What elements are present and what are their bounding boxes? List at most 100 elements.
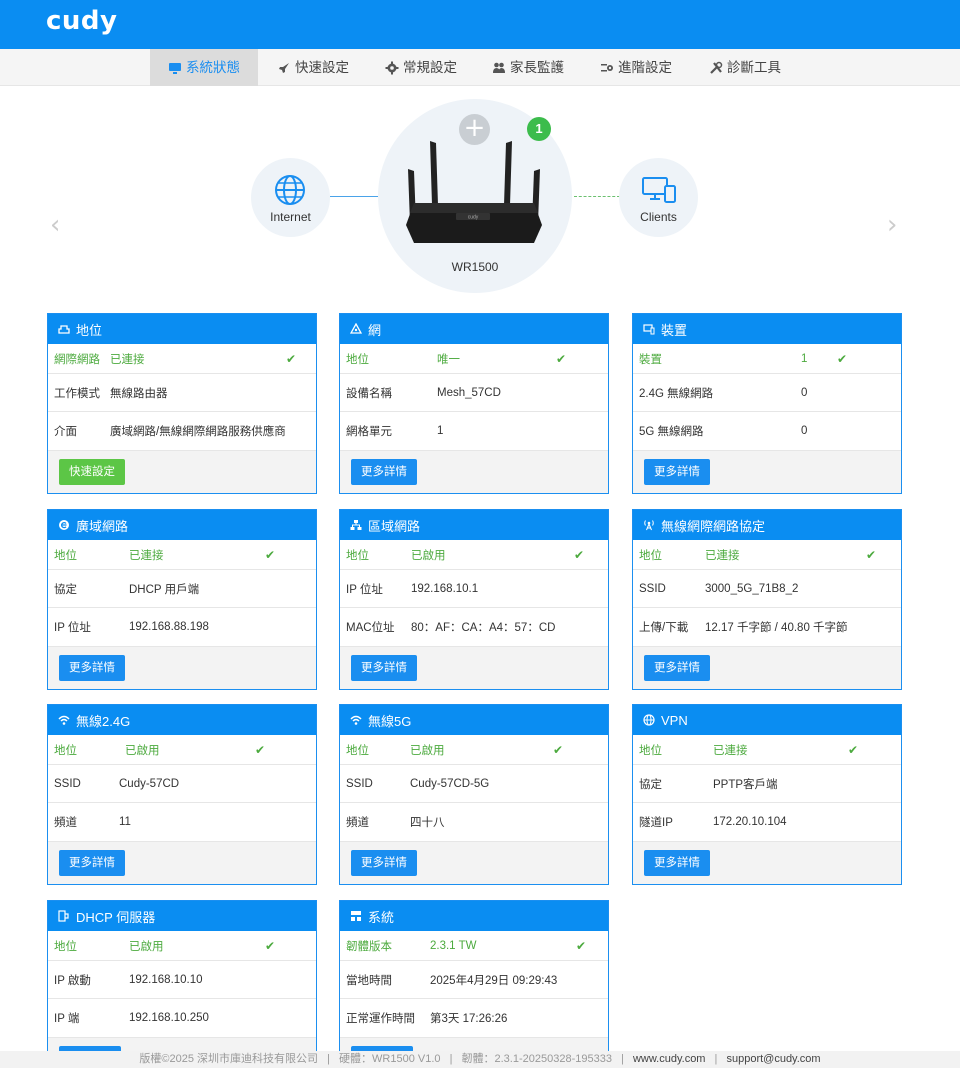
info-value: 已啟用 [410, 744, 445, 757]
prev-arrow-icon[interactable]: ‹ [50, 210, 60, 240]
card-title: 無線網際網路協定 [661, 518, 766, 534]
card-footer: 快速設定 [48, 451, 316, 493]
card-footer: 更多詳情 [340, 451, 608, 493]
info-value: 廣域網路/無線網際網路服務供應商 [110, 426, 286, 438]
tab-parental-control[interactable]: 家長監護 [492, 49, 564, 86]
card-header: DHCP 伺服器 [48, 901, 316, 931]
more-details-button[interactable]: 更多詳情 [644, 655, 710, 681]
users-icon [493, 62, 505, 73]
info-row: 隧道IP 172.20.10.104 [633, 803, 901, 842]
dhcp-icon [58, 910, 69, 922]
top-bar: cudy [0, 0, 960, 49]
info-value: 已啟用 [129, 940, 164, 953]
more-details-button[interactable]: 更多詳情 [644, 459, 710, 485]
tab-label: 系統狀態 [186, 60, 240, 75]
info-key: 正常運作時間 [346, 1013, 415, 1025]
info-key: IP 啟動 [54, 974, 91, 987]
info-row: IP 位址 192.168.10.1 [340, 570, 608, 608]
info-value: 2.3.1 TW [430, 939, 477, 952]
info-key: 當地時間 [346, 974, 392, 987]
info-value: 無線路由器 [110, 387, 168, 400]
monitor-icon [169, 62, 181, 74]
info-value: 3000_5G_71B8_2 [705, 582, 799, 595]
info-value: 192.168.10.1 [411, 582, 479, 595]
info-key: 工作模式 [54, 387, 100, 400]
card-title: 系統 [368, 909, 395, 925]
info-row: 當地時間 2025年4月29日 09:29:43 [340, 961, 608, 999]
wrench-icon [710, 61, 723, 74]
info-row: 上傳/下載 12.17 千字節 / 40.80 千字節 [633, 608, 901, 647]
info-value: 已連接 [705, 549, 740, 562]
info-row: 頻道 四十八 [340, 803, 608, 842]
card-header: 區域網路 [340, 510, 608, 540]
info-row: MAC位址 80：AF：CA：A4：57：CD [340, 608, 608, 647]
card-header: VPN [633, 705, 901, 735]
more-details-button[interactable]: 更多詳情 [351, 850, 417, 876]
info-value: 12.17 千字節 / 40.80 千字節 [705, 622, 848, 634]
tab-diagnostics[interactable]: 診斷工具 [709, 49, 781, 86]
tab-general-settings[interactable]: 常規設定 [385, 49, 457, 86]
card-title: 裝置 [661, 322, 688, 338]
mesh-card: 網地位 唯一 ✔ 設備名稱 Mesh_57CD 網格單元 1 更多詳情 [339, 313, 609, 494]
info-key: 地位 [639, 549, 662, 562]
copyright-text: 版權©2025 深圳市庫迪科技有限公司 [139, 1053, 319, 1065]
info-value: 2025年4月29日 09:29:43 [430, 974, 558, 987]
lan-card: 區域網路 地位 已啟用 ✔ IP 位址 192.168.10.1 MAC位址 80：AF：CA… [339, 509, 609, 690]
internet-node[interactable]: Internet [251, 158, 330, 237]
wireless-5g-card: 無線5G 地位 已啟用 ✔ SSID Cudy-57CD-5G 頻道 四十八 更多詳情 [339, 704, 609, 885]
info-row: 介面 廣域網路/無線網際網路服務供應商 [48, 412, 316, 451]
vpn-card: VPN 地位 已連接 ✔ 協定 PPTP客戶端 隧道IP 172.20.10.104 更多詳情 [632, 704, 902, 885]
more-details-button[interactable]: 更多詳情 [351, 459, 417, 485]
info-key: 上傳/下載 [639, 622, 689, 634]
info-value: 192.168.10.10 [129, 973, 203, 986]
more-details-button[interactable]: 更多詳情 [351, 655, 417, 681]
info-value: 11 [119, 816, 131, 828]
internet-link-line [330, 196, 380, 197]
info-row: 正常運作時間 第3天 17:26:26 [340, 999, 608, 1038]
info-value: Cudy-57CD-5G [410, 777, 490, 790]
card-footer: 更多詳情 [633, 647, 901, 689]
website-link[interactable]: www.cudy.com [633, 1053, 706, 1065]
more-details-button[interactable]: 更多詳情 [59, 850, 125, 876]
next-arrow-icon[interactable]: › [887, 210, 897, 240]
page-footer: 版權©2025 深圳市庫迪科技有限公司 | 硬體：WR1500 V1.0 | 韌… [0, 1051, 960, 1068]
tab-label: 診斷工具 [727, 60, 781, 75]
tab-label: 進階設定 [618, 60, 672, 75]
info-row: 協定 PPTP客戶端 [633, 765, 901, 803]
add-mesh-button[interactable]: + [459, 114, 490, 145]
info-key: 介面 [54, 426, 77, 438]
info-key: 裝置 [639, 353, 662, 366]
rocket-icon [279, 62, 289, 73]
tab-advanced-settings[interactable]: 進階設定 [600, 49, 672, 86]
info-row: 網格單元 1 [340, 412, 608, 451]
card-footer: 更多詳情 [48, 647, 316, 689]
card-title: 網 [368, 322, 382, 338]
info-value: 1 [437, 425, 444, 437]
support-email-link[interactable]: support@cudy.com [726, 1053, 820, 1065]
clients-link-line [574, 196, 620, 197]
clients-node[interactable]: Clients [619, 158, 698, 237]
wireless-24g-card: 無線2.4G 地位 已啟用 ✔ SSID Cudy-57CD 頻道 11 更多詳情 [47, 704, 317, 885]
card-header: 無線網際網路協定 [633, 510, 901, 540]
vpn-globe-icon [643, 714, 655, 726]
more-details-button[interactable]: 更多詳情 [644, 850, 710, 876]
quick-setup-button[interactable]: 快速設定 [59, 459, 125, 485]
card-header: 地位 [48, 314, 316, 344]
info-row: 地位 已連接 ✔ [633, 540, 901, 570]
card-footer: 更多詳情 [340, 647, 608, 689]
info-key: 設備名稱 [346, 387, 392, 400]
more-details-button[interactable]: 更多詳情 [59, 655, 125, 681]
info-value: 已連接 [713, 744, 748, 757]
card-title: 地位 [76, 322, 103, 338]
router-brand-text: cudy [468, 215, 479, 221]
cudy-logo[interactable]: cudy [46, 6, 117, 36]
info-value: 172.20.10.104 [713, 816, 787, 828]
tab-system-status[interactable]: 系統狀態 [150, 49, 258, 86]
info-row: 地位 已啟用 ✔ [48, 735, 316, 765]
info-key: 地位 [346, 744, 369, 757]
info-value: 已啟用 [411, 549, 446, 562]
footer-separator: | [714, 1053, 718, 1065]
status-card: 地位 網際網路 已連接 ✔ 工作模式 無線路由器 介面 廣域網路/無線網際網路服務供應商 快速設… [47, 313, 317, 494]
tab-quick-setup[interactable]: 快速設定 [277, 49, 349, 86]
info-key: 地位 [54, 744, 77, 757]
